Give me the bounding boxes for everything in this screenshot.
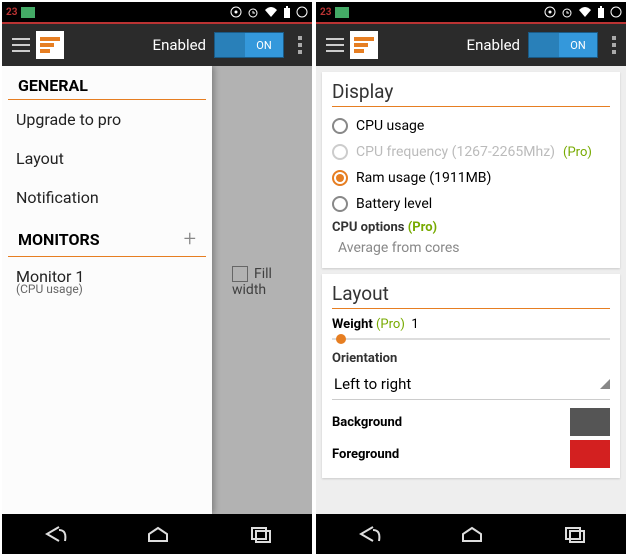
drawer-item-monitor1-sub: (CPU usage)	[2, 282, 212, 306]
app-logo-icon	[350, 31, 378, 59]
layout-card: Layout Weight (Pro) 1 Orientation Left t…	[322, 274, 620, 478]
foreground-row[interactable]: Foreground	[332, 438, 610, 470]
status-cpu-indicator: 23	[320, 7, 331, 18]
power-icon	[610, 6, 622, 18]
radio-icon	[332, 118, 348, 134]
alarm-icon	[247, 6, 259, 18]
wifi-icon	[264, 6, 278, 18]
layout-card-title: Layout	[332, 282, 610, 309]
status-app-icon	[335, 7, 349, 18]
wifi-icon	[578, 6, 592, 18]
radio-icon	[332, 170, 348, 186]
target-icon	[544, 6, 556, 18]
overflow-menu-icon[interactable]	[292, 36, 308, 54]
display-card: Display CPU usage CPU frequency (1267-22…	[322, 72, 620, 268]
pro-badge: (Pro)	[563, 145, 592, 160]
nav-bar	[316, 514, 626, 554]
weight-slider[interactable]	[332, 338, 610, 340]
battery-icon	[283, 6, 291, 18]
orientation-label: Orientation	[332, 348, 610, 369]
drawer-toggle-icon[interactable]	[6, 30, 36, 60]
actionbar-title: Enabled	[153, 36, 206, 54]
action-bar: Enabled ON	[2, 22, 312, 66]
status-bar: 23	[316, 2, 626, 22]
cpu-options-label: CPU options (Pro)	[332, 217, 610, 238]
content-area: Display CPU usage CPU frequency (1267-22…	[316, 66, 626, 514]
cpu-options-value[interactable]: Average from cores	[332, 238, 610, 260]
pro-badge: (Pro)	[376, 317, 405, 332]
background-row[interactable]: Background	[332, 406, 610, 438]
recents-icon[interactable]	[249, 525, 273, 543]
home-icon[interactable]	[460, 525, 484, 543]
power-icon	[296, 6, 308, 18]
phone-right: 23 Enabled ON Display	[316, 2, 626, 554]
section-header-general: GENERAL	[8, 66, 206, 100]
dropdown-icon	[600, 379, 610, 389]
enabled-toggle[interactable]: ON	[214, 32, 284, 58]
slider-thumb-icon	[336, 334, 346, 344]
display-card-title: Display	[332, 80, 610, 107]
overflow-menu-icon[interactable]	[606, 36, 622, 54]
radio-battery-level[interactable]: Battery level	[332, 191, 610, 217]
content-area: Fill width GENERAL Upgrade to pro Layout…	[2, 66, 312, 514]
enabled-toggle[interactable]: ON	[528, 32, 598, 58]
home-icon[interactable]	[146, 525, 170, 543]
radio-ram-usage[interactable]: Ram usage (1911MB)	[332, 165, 610, 191]
nav-drawer: GENERAL Upgrade to pro Layout Notificati…	[2, 66, 212, 514]
section-header-monitors: MONITORS +	[8, 217, 206, 257]
add-monitor-icon[interactable]: +	[184, 227, 196, 252]
status-cpu-indicator: 23	[6, 7, 17, 18]
drawer-item-notification[interactable]: Notification	[2, 178, 212, 217]
toggle-thumb: ON	[245, 33, 283, 57]
drawer-item-layout[interactable]: Layout	[2, 139, 212, 178]
radio-icon	[332, 196, 348, 212]
recents-icon[interactable]	[563, 525, 587, 543]
radio-icon	[332, 144, 348, 160]
background-swatch	[570, 408, 610, 436]
orientation-spinner[interactable]: Left to right	[332, 369, 610, 400]
drawer-toggle-icon[interactable]	[320, 30, 350, 60]
phone-left: 23 Enabled ON	[2, 2, 312, 554]
status-app-icon	[21, 7, 35, 18]
target-icon	[230, 6, 242, 18]
radio-cpu-usage[interactable]: CPU usage	[332, 113, 610, 139]
pro-badge: (Pro)	[408, 220, 437, 235]
status-bar: 23	[2, 2, 312, 22]
back-icon[interactable]	[41, 525, 67, 543]
drawer-item-upgrade[interactable]: Upgrade to pro	[2, 100, 212, 139]
toggle-thumb: ON	[559, 33, 597, 57]
app-logo-icon	[36, 31, 64, 59]
weight-row: Weight (Pro) 1	[332, 315, 610, 334]
radio-cpu-frequency: CPU frequency (1267-2265Mhz) (Pro)	[332, 139, 610, 165]
action-bar: Enabled ON	[316, 22, 626, 66]
actionbar-title: Enabled	[467, 36, 520, 54]
alarm-icon	[561, 6, 573, 18]
nav-bar	[2, 514, 312, 554]
battery-icon	[597, 6, 605, 18]
back-icon[interactable]	[355, 525, 381, 543]
foreground-swatch	[570, 440, 610, 468]
